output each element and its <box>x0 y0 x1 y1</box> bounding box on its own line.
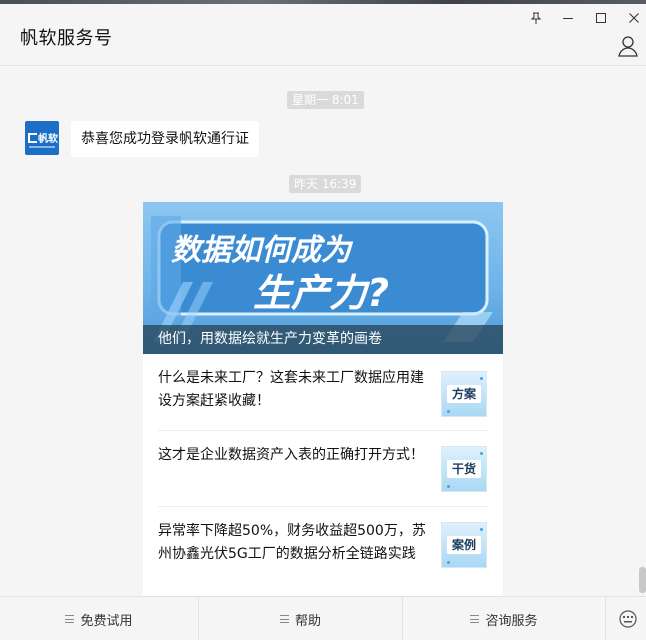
menu-icon <box>470 615 480 623</box>
article-thumbnail: 案例 <box>441 522 487 568</box>
scrollbar-thumb[interactable] <box>639 567 646 593</box>
divider <box>605 597 606 640</box>
title-bar: 帆软服务号 <box>0 4 646 66</box>
window-title: 帆软服务号 <box>20 28 113 49</box>
menu-label: 免费试用 <box>80 613 133 629</box>
article-thumbnail: 干货 <box>441 446 487 492</box>
pin-icon[interactable] <box>525 10 547 26</box>
article-title: 这才是企业数据资产入表的正确打开方式！ <box>158 447 424 463</box>
avatar[interactable]: 帆软 <box>25 121 59 155</box>
avatar-logo: 帆软 <box>28 130 58 145</box>
profile-icon[interactable] <box>616 34 640 58</box>
minimize-icon[interactable] <box>557 10 579 26</box>
menu-icon <box>279 615 289 623</box>
close-icon[interactable] <box>623 10 645 26</box>
chat-area[interactable]: 星期一 8:01 帆软 恭喜您成功登录帆软通行证 昨天 16:39 数据如何成为… <box>0 67 646 640</box>
article-card[interactable]: 数据如何成为 生产力? 他们，用数据绘就生产力变革的画卷 什么是未来工厂？这套未… <box>143 202 503 640</box>
banner-title-line1: 数据如何成为 <box>171 233 354 268</box>
banner-title-line2: 生产力? <box>253 271 389 315</box>
article-title: 异常率下降超50%，财务收益超500万，苏州协鑫光伏5G工厂的数据分析全链路实践 <box>158 523 426 562</box>
maximize-icon[interactable] <box>590 10 612 26</box>
menu-consulting[interactable]: 咨询服务 <box>403 597 605 640</box>
article-item[interactable]: 这才是企业数据资产入表的正确打开方式！ 干货 <box>158 444 488 520</box>
divider <box>158 430 488 431</box>
divider <box>158 506 488 507</box>
timestamp: 昨天 16:39 <box>289 175 362 193</box>
keyboard-icon[interactable] <box>618 609 638 629</box>
menu-label: 帮助 <box>294 613 321 629</box>
menu-help[interactable]: 帮助 <box>199 597 402 640</box>
article-title: 什么是未来工厂？这套未来工厂数据应用建设方案赶紧收藏！ <box>158 370 424 409</box>
banner-caption: 他们，用数据绘就生产力变革的画卷 <box>143 325 503 354</box>
banner-image[interactable]: 数据如何成为 生产力? 他们，用数据绘就生产力变革的画卷 <box>143 202 503 354</box>
article-item[interactable]: 异常率下降超50%，财务收益超500万，苏州协鑫光伏5G工厂的数据分析全链路实践… <box>158 520 488 596</box>
menu-label: 咨询服务 <box>485 613 538 629</box>
timestamp: 星期一 8:01 <box>287 91 364 109</box>
menu-free-trial[interactable]: 免费试用 <box>0 597 198 640</box>
avatar-subline <box>29 146 55 148</box>
bottom-menu: 免费试用 帮助 咨询服务 <box>0 596 646 640</box>
article-item[interactable]: 什么是未来工厂？这套未来工厂数据应用建设方案赶紧收藏！ 方案 <box>158 367 488 443</box>
message-bubble[interactable]: 恭喜您成功登录帆软通行证 <box>71 121 259 157</box>
menu-icon <box>65 615 75 623</box>
article-thumbnail: 方案 <box>441 371 487 417</box>
